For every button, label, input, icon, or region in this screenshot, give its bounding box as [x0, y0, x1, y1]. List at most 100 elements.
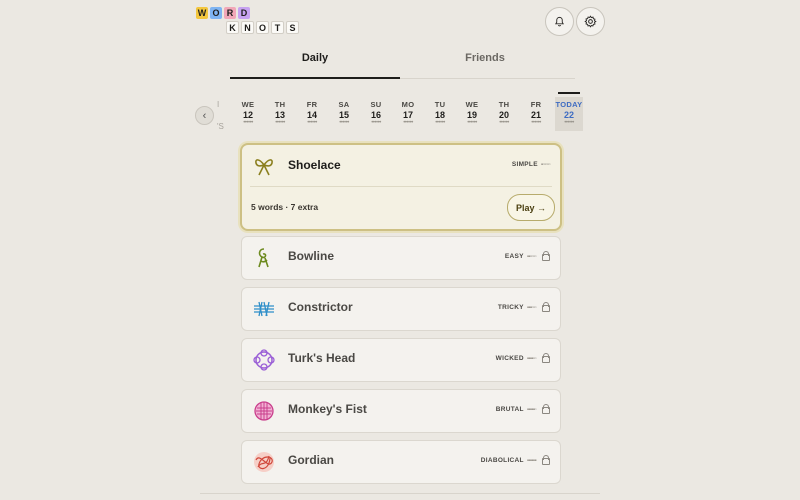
- logo: W O R D K N O T S: [196, 7, 299, 34]
- difficulty-text: TRICKY: [497, 304, 524, 311]
- date-number: 17: [402, 110, 413, 120]
- monkeys-fist-knot-icon: [254, 401, 274, 421]
- date-dots: ••••••: [564, 120, 574, 126]
- tab-bar: Daily Friends: [230, 52, 575, 79]
- date-number: 13: [274, 110, 285, 120]
- logo-tile: T: [271, 21, 284, 34]
- lock-icon: [542, 302, 550, 312]
- date-dow: FR: [306, 100, 318, 109]
- puzzle-name: Gordian: [288, 453, 335, 467]
- puzzle-meta: 5 words · 7 extra: [251, 202, 319, 212]
- logo-tile: N: [241, 21, 254, 34]
- play-button[interactable]: Play →: [507, 194, 555, 221]
- date-dow: WE: [241, 100, 255, 109]
- lock-icon: [542, 353, 550, 363]
- tab-friends[interactable]: Friends: [400, 52, 570, 64]
- date-number: 21: [530, 110, 541, 120]
- gear-icon: [584, 15, 597, 28]
- difficulty-label: TRICKY ▪▪▪▫▫▫: [497, 302, 550, 312]
- date-dots: ••••••: [339, 120, 349, 126]
- date-number: 19: [466, 110, 477, 120]
- date-dots: ••••••: [435, 120, 445, 126]
- date-dow: WE: [465, 100, 479, 109]
- bow-knot-icon: [255, 159, 273, 176]
- difficulty-meter: ▪▪▪▫▫▫: [526, 304, 537, 311]
- date-item[interactable]: FR 21 ••••••: [520, 97, 552, 131]
- difficulty-label: SIMPLE ▪▫▫▫▫▫: [511, 161, 551, 168]
- difficulty-label: WICKED ▪▪▪▪▫▫: [495, 353, 550, 363]
- partial-date-label: I: [217, 100, 220, 109]
- difficulty-label: BRUTAL ▪▪▪▪▪▫: [496, 404, 550, 414]
- settings-button[interactable]: [576, 7, 605, 36]
- date-item[interactable]: WE 12 ••••••: [232, 97, 264, 131]
- puzzle-card-gordian[interactable]: Gordian DIABOLICAL ▪▪▪▪▪▪: [241, 440, 561, 484]
- turks-head-knot-icon: [253, 349, 275, 371]
- bell-icon: [555, 16, 564, 27]
- date-item[interactable]: SU 16 ••••••: [360, 97, 392, 131]
- logo-tile: R: [224, 7, 236, 19]
- date-item-today[interactable]: TODAY 22 ••••••: [555, 92, 583, 131]
- date-item[interactable]: WE 19 ••••••: [456, 97, 488, 131]
- difficulty-meter: ▪▪▫▫▫▫: [526, 253, 537, 260]
- active-tab-indicator: [230, 77, 400, 79]
- difficulty-meter: ▪▫▫▫▫▫: [540, 161, 551, 168]
- date-item[interactable]: TH 20 ••••••: [488, 97, 520, 131]
- difficulty-text: EASY: [504, 253, 524, 260]
- date-item[interactable]: TH 13 ••••••: [264, 97, 296, 131]
- puzzle-name: Turk's Head: [288, 351, 356, 365]
- date-dow: TH: [274, 100, 286, 109]
- puzzle-name: Shoelace: [288, 158, 341, 172]
- date-strip: WE 12 •••••• TH 13 •••••• FR 14 •••••• SA 15 •••…: [232, 92, 583, 131]
- gordian-knot-icon: [254, 452, 274, 472]
- puzzle-card-monkeys-fist[interactable]: Monkey's Fist BRUTAL ▪▪▪▪▪▫: [241, 389, 561, 433]
- date-item[interactable]: MO 17 ••••••: [392, 97, 424, 131]
- difficulty-label: DIABOLICAL ▪▪▪▪▪▪: [480, 455, 550, 465]
- date-dots: ••••••: [371, 120, 381, 126]
- divider: [250, 186, 552, 187]
- difficulty-text: WICKED: [495, 355, 524, 362]
- date-number: 22: [563, 110, 574, 120]
- puzzle-card-turks-head[interactable]: Turk's Head WICKED ▪▪▪▪▫▫: [241, 338, 561, 382]
- notifications-button[interactable]: [545, 7, 574, 36]
- date-dots: ••••••: [243, 120, 253, 126]
- difficulty-text: SIMPLE: [511, 161, 538, 168]
- puzzle-card-shoelace[interactable]: Shoelace SIMPLE ▪▫▫▫▫▫ 5 words · 7 extra…: [240, 143, 562, 231]
- puzzle-name: Constrictor: [288, 300, 353, 314]
- date-dow: SU: [370, 100, 382, 109]
- date-dow: FR: [530, 100, 542, 109]
- date-dots: ••••••: [403, 120, 413, 126]
- lock-icon: [542, 455, 550, 465]
- tab-daily[interactable]: Daily: [230, 52, 400, 64]
- divider: [200, 493, 600, 494]
- date-dow: TODAY: [555, 100, 583, 109]
- bowline-knot-icon: [258, 248, 269, 268]
- date-number: 15: [338, 110, 349, 120]
- date-item[interactable]: TU 18 ••••••: [424, 97, 456, 131]
- logo-tile: D: [238, 7, 250, 19]
- puzzle-name: Bowline: [288, 249, 335, 263]
- date-dow: TH: [498, 100, 510, 109]
- lock-icon: [542, 251, 550, 261]
- logo-tile: O: [256, 21, 269, 34]
- date-dots: ••••••: [275, 120, 285, 126]
- logo-tile: K: [226, 21, 239, 34]
- constrictor-knot-icon: [254, 301, 274, 317]
- puzzle-card-bowline[interactable]: Bowline EASY ▪▪▫▫▫▫: [241, 236, 561, 280]
- puzzle-card-constrictor[interactable]: Constrictor TRICKY ▪▪▪▫▫▫: [241, 287, 561, 331]
- difficulty-text: DIABOLICAL: [480, 457, 524, 464]
- puzzle-name: Monkey's Fist: [288, 402, 367, 416]
- date-dots: ••••••: [467, 120, 477, 126]
- date-dots: ••••••: [499, 120, 509, 126]
- difficulty-label: EASY ▪▪▫▫▫▫: [504, 251, 550, 261]
- difficulty-meter: ▪▪▪▪▪▫: [526, 406, 537, 413]
- difficulty-meter: ▪▪▪▪▫▫: [526, 355, 537, 362]
- date-item[interactable]: SA 15 ••••••: [328, 97, 360, 131]
- previous-dates-button[interactable]: ‹: [195, 106, 214, 125]
- lock-icon: [542, 404, 550, 414]
- date-number: 20: [498, 110, 509, 120]
- date-dow: MO: [401, 100, 415, 109]
- date-item[interactable]: FR 14 ••••••: [296, 97, 328, 131]
- date-number: 14: [306, 110, 317, 120]
- date-dow: SA: [338, 100, 350, 109]
- logo-tile: W: [196, 7, 208, 19]
